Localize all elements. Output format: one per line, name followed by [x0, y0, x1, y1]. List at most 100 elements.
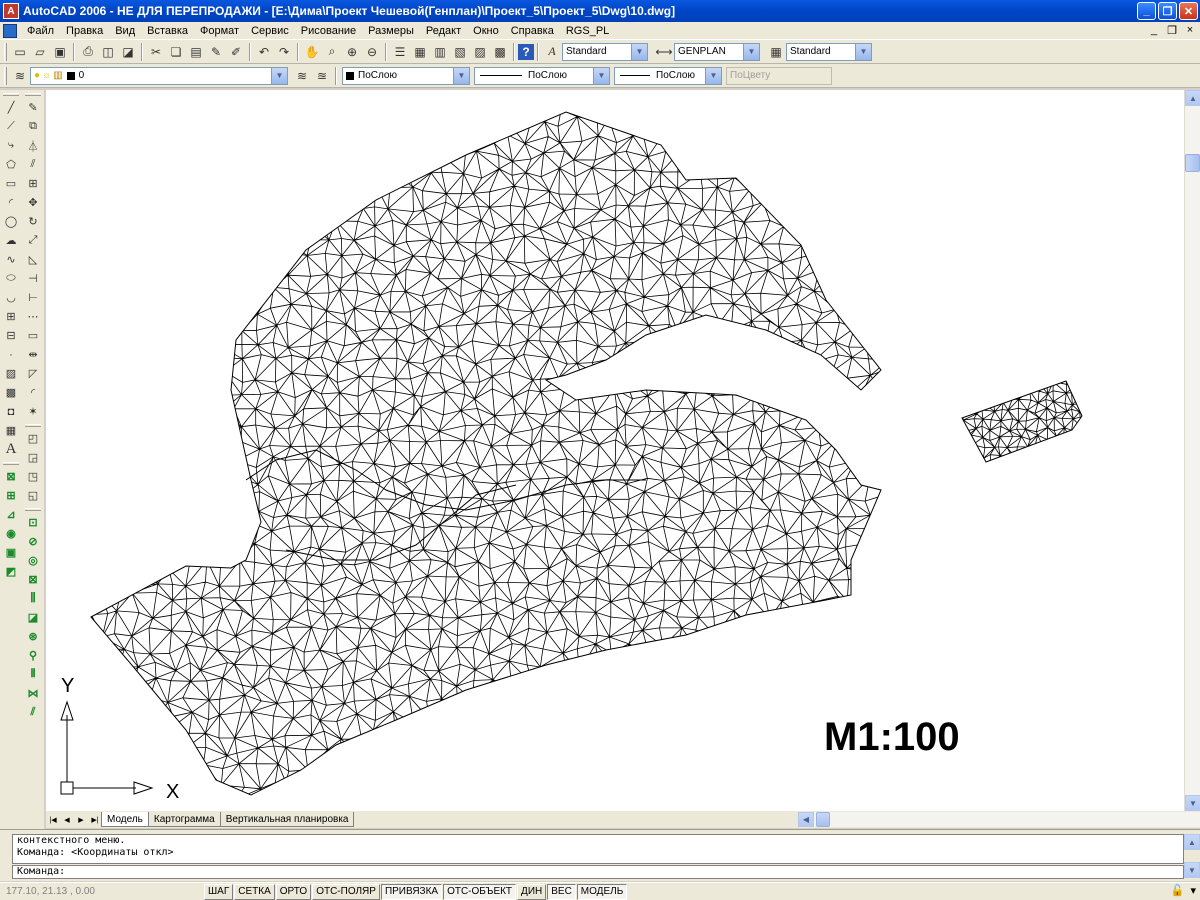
move-icon[interactable]: ✥: [24, 193, 42, 212]
dim-style-icon[interactable]: ⟷: [654, 42, 674, 62]
rgs-globe-icon[interactable]: ◉: [2, 524, 20, 543]
join-icon[interactable]: ⇹: [24, 345, 42, 364]
undo-icon[interactable]: ↶: [254, 42, 274, 62]
line-icon[interactable]: ╱: [2, 98, 20, 117]
linetype-select[interactable]: ПоСлою ▼: [474, 66, 610, 85]
layer-manager-icon[interactable]: ≋: [10, 66, 30, 86]
tab-model[interactable]: Модель: [101, 812, 149, 827]
draworder-under-icon[interactable]: ◱: [24, 486, 42, 505]
menu-insert[interactable]: Вставка: [141, 25, 194, 37]
menu-rgs-pl[interactable]: RGS_PL: [560, 25, 615, 37]
table-style-select[interactable]: Standard ▼: [786, 42, 872, 61]
stretch-icon[interactable]: ◺: [24, 250, 42, 269]
markup-icon[interactable]: ▨: [470, 42, 490, 62]
scroll-left-icon[interactable]: ◀: [798, 812, 814, 827]
chevron-down-icon[interactable]: ▼: [593, 67, 609, 84]
minimize-button[interactable]: _: [1137, 2, 1156, 20]
open-icon[interactable]: ▱: [30, 42, 50, 62]
save-icon[interactable]: ▣: [50, 42, 70, 62]
chevron-down-icon[interactable]: ▼: [705, 67, 721, 84]
plot-icon[interactable]: ⎙: [78, 42, 98, 62]
explode-icon[interactable]: ✶: [24, 402, 42, 421]
rgs-tool-6-icon[interactable]: ◩: [2, 562, 20, 581]
model-toggle[interactable]: МОДЕЛЬ: [576, 883, 628, 900]
horizontal-scrollbar[interactable]: ◀ ▶: [798, 812, 1200, 827]
scale-icon[interactable]: ⤢: [24, 231, 42, 250]
help-icon[interactable]: ?: [518, 43, 534, 60]
copy-object-icon[interactable]: ⧉: [24, 117, 42, 136]
rgs-edit-8-icon[interactable]: ⚲: [24, 646, 42, 665]
ellipse-arc-icon[interactable]: ◡: [2, 288, 20, 307]
scroll-up-icon[interactable]: ▲: [1184, 834, 1200, 850]
table-style-icon[interactable]: ▦: [766, 42, 786, 62]
mirror-icon[interactable]: ⏃: [24, 136, 42, 155]
rgs-edit-11-icon[interactable]: ⫽: [24, 703, 42, 722]
rgs-edit-4-icon[interactable]: ⊠: [24, 570, 42, 589]
tool-palettes-icon[interactable]: ▥: [430, 42, 450, 62]
ortho-toggle[interactable]: ОРТО: [275, 883, 312, 900]
horizontal-scroll-thumb[interactable]: [816, 812, 830, 827]
rgs-edit-1-icon[interactable]: ⊡: [24, 513, 42, 532]
arc-icon[interactable]: ◜: [2, 193, 20, 212]
design-center-icon[interactable]: ▦: [410, 42, 430, 62]
rgs-tool-1-icon[interactable]: ⊠: [2, 467, 20, 486]
circle-icon[interactable]: ◯: [2, 212, 20, 231]
chevron-down-icon[interactable]: ▼: [743, 43, 759, 60]
rgs-tool-5-icon[interactable]: ▣: [2, 543, 20, 562]
prev-tab-icon[interactable]: ◀: [60, 813, 74, 826]
menu-file[interactable]: Файл: [21, 25, 60, 37]
last-tab-icon[interactable]: ▶|: [88, 813, 102, 826]
region-icon[interactable]: ◘: [2, 402, 20, 421]
grid-toggle[interactable]: СЕТКА: [234, 883, 275, 900]
gradient-icon[interactable]: ▩: [2, 383, 20, 402]
extend-icon[interactable]: ⊢: [24, 288, 42, 307]
close-button[interactable]: ✕: [1179, 2, 1198, 20]
layer-previous-icon[interactable]: ≊: [312, 66, 332, 86]
multiline-text-icon[interactable]: A: [2, 440, 20, 459]
tab-vertical-planning[interactable]: Вертикальная планировка: [219, 812, 355, 827]
vertical-scrollbar[interactable]: ▲ ▼: [1184, 90, 1200, 811]
fillet-icon[interactable]: ◜: [24, 383, 42, 402]
menu-draw[interactable]: Рисование: [295, 25, 362, 37]
draworder-back-icon[interactable]: ◲: [24, 448, 42, 467]
rgs-tool-2-icon[interactable]: ⊞: [2, 486, 20, 505]
text-style-select[interactable]: Standard ▼: [562, 42, 648, 61]
draworder-above-icon[interactable]: ◳: [24, 467, 42, 486]
make-layer-current-icon[interactable]: ≋: [292, 66, 312, 86]
rgs-tool-3-icon[interactable]: ⊿: [2, 505, 20, 524]
toolbar-lock-icon[interactable]: 🔓: [1171, 884, 1185, 897]
spline-icon[interactable]: ∿: [2, 250, 20, 269]
ellipse-icon[interactable]: ⬭: [2, 269, 20, 288]
chevron-down-icon[interactable]: ▼: [855, 43, 871, 60]
scroll-down-icon[interactable]: ▼: [1184, 862, 1200, 878]
make-block-icon[interactable]: ⊟: [2, 326, 20, 345]
doc-minimize-button[interactable]: _: [1148, 24, 1160, 37]
autocad-app-icon[interactable]: A: [3, 3, 19, 19]
cut-icon[interactable]: ✂: [146, 42, 166, 62]
plot-preview-icon[interactable]: ◫: [98, 42, 118, 62]
zoom-previous-icon[interactable]: ⊖: [362, 42, 382, 62]
lineweight-select[interactable]: ПоСлою ▼: [614, 66, 722, 85]
new-icon[interactable]: ▭: [10, 42, 30, 62]
document-icon[interactable]: [3, 23, 17, 38]
offset-icon[interactable]: ⫽: [24, 155, 42, 174]
revision-cloud-icon[interactable]: ☁: [2, 231, 20, 250]
polar-toggle[interactable]: ОТС-ПОЛЯР: [312, 883, 380, 900]
rgs-edit-3-icon[interactable]: ◎: [24, 551, 42, 570]
block-editor-icon[interactable]: ✐: [226, 42, 246, 62]
layer-select[interactable]: ● ☼ ▥ 0 ▼: [30, 66, 288, 85]
menu-tools[interactable]: Сервис: [245, 25, 295, 37]
osnap-toggle[interactable]: ПРИВЯЗКА: [380, 883, 443, 900]
menu-modify[interactable]: Редакт: [420, 25, 467, 37]
paste-icon[interactable]: ▤: [186, 42, 206, 62]
command-input[interactable]: Команда:: [12, 865, 1184, 879]
otrack-toggle[interactable]: ОТС-ОБЪЕКТ: [443, 883, 517, 900]
rgs-edit-9-icon[interactable]: ⫴: [24, 665, 42, 684]
chevron-down-icon[interactable]: ▼: [453, 67, 469, 84]
draworder-front-icon[interactable]: ◰: [24, 429, 42, 448]
rgs-edit-6-icon[interactable]: ◪: [24, 608, 42, 627]
break-at-point-icon[interactable]: ⋯: [24, 307, 42, 326]
doc-close-button[interactable]: ×: [1184, 24, 1196, 37]
coordinates-readout[interactable]: 177.10, 21.13 , 0.00: [0, 886, 204, 897]
point-icon[interactable]: ·: [2, 345, 20, 364]
